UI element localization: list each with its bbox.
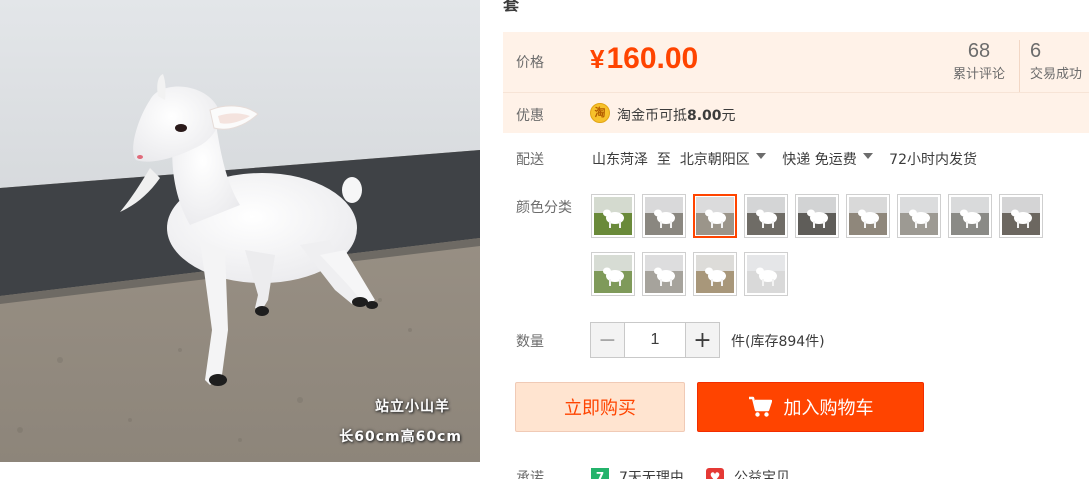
- quantity-decrease-button[interactable]: −: [591, 323, 625, 357]
- promise-charity[interactable]: ♥ 公益宝贝: [706, 467, 790, 479]
- cart-icon: [748, 396, 772, 417]
- swatch-thumbnail-image: [951, 197, 989, 235]
- sales-count: 6: [1030, 40, 1042, 62]
- sales-count-stat: 6 交易成功: [1019, 40, 1089, 92]
- stock-info: 件(库存894件): [731, 334, 825, 350]
- color-swatch[interactable]: [948, 194, 992, 238]
- swatch-thumbnail-image: [594, 197, 632, 235]
- color-swatch[interactable]: [795, 194, 839, 238]
- buy-now-button[interactable]: 立即购买: [515, 382, 685, 432]
- swatch-thumbnail-image: [645, 255, 683, 293]
- swatch-thumbnail-image: [747, 197, 785, 235]
- swatch-thumbnail-image: [696, 197, 734, 235]
- seven-day-return-icon: 7: [591, 468, 609, 479]
- price-amount: 160.00: [606, 42, 699, 75]
- ship-dispatch-time: 72小时内发货: [889, 152, 977, 168]
- product-main-image[interactable]: 站立小山羊 长60cm高60cm: [0, 0, 480, 462]
- swatch-thumbnail-image: [849, 197, 887, 235]
- color-swatch[interactable]: [744, 194, 788, 238]
- charity-heart-icon: ♥: [706, 468, 724, 479]
- taojinbi-coin-icon: 淘: [590, 103, 610, 123]
- ship-from: 山东菏泽: [592, 152, 648, 168]
- color-label: 颜色分类: [516, 200, 572, 216]
- price-value: ¥160.00: [590, 42, 698, 76]
- promo-amount: 8.00: [687, 108, 722, 124]
- review-count-label: 累计评论: [952, 67, 1005, 82]
- swatch-thumbnail-image: [1002, 197, 1040, 235]
- product-title: 套: [503, 0, 520, 14]
- photo-caption-size: 长60cm高60cm: [339, 429, 462, 445]
- currency-symbol: ¥: [590, 44, 605, 74]
- price-panel: 价格 ¥160.00 68 累计评论 6 交易成功 优惠 淘 淘金币可抵8.00…: [503, 32, 1089, 133]
- color-swatch[interactable]: [693, 194, 737, 238]
- promo-row: 优惠 淘 淘金币可抵8.00元: [503, 92, 1089, 133]
- swatch-thumbnail-image: [594, 255, 632, 293]
- promise-7day-return[interactable]: 7 7天无理由: [591, 467, 684, 479]
- promo-text-prefix: 淘金币可抵: [617, 108, 687, 124]
- quantity-stepper: − +: [590, 322, 720, 358]
- chevron-down-icon: [755, 153, 766, 159]
- ship-destination: 北京朝阳区: [679, 152, 750, 168]
- goat-photo: [0, 0, 480, 462]
- promise-label: 承诺: [516, 470, 544, 479]
- swatch-thumbnail-image: [696, 255, 734, 293]
- color-swatch[interactable]: [897, 194, 941, 238]
- shipping-label: 配送: [516, 152, 544, 168]
- promise-7day-text: 7天无理由: [619, 470, 684, 479]
- ship-method: 快递 免运费: [782, 152, 857, 168]
- color-swatch[interactable]: [846, 194, 890, 238]
- add-to-cart-button[interactable]: 加入购物车: [697, 382, 924, 432]
- color-swatch[interactable]: [744, 252, 788, 296]
- shipping-info: 山东菏泽 至 北京朝阳区 快递 免运费 72小时内发货: [592, 149, 977, 169]
- color-swatch[interactable]: [642, 252, 686, 296]
- promo-text-suffix: 元: [721, 108, 736, 124]
- color-swatch[interactable]: [999, 194, 1043, 238]
- ship-method-select[interactable]: 快递 免运费: [782, 149, 884, 169]
- buy-now-label: 立即购买: [564, 398, 636, 419]
- swatch-thumbnail-image: [645, 197, 683, 235]
- promise-charity-text: 公益宝贝: [734, 470, 790, 479]
- quantity-input[interactable]: [625, 323, 685, 357]
- add-to-cart-label: 加入购物车: [783, 398, 874, 419]
- review-count: 68: [967, 40, 991, 62]
- color-swatch[interactable]: [642, 194, 686, 238]
- swatch-thumbnail-image: [900, 197, 938, 235]
- ship-to-word: 至: [656, 152, 671, 168]
- chevron-down-icon: [862, 153, 873, 159]
- photo-caption-name: 站立小山羊: [375, 399, 450, 415]
- swatch-thumbnail-image: [798, 197, 836, 235]
- quantity-increase-button[interactable]: +: [685, 323, 719, 357]
- color-swatch[interactable]: [591, 194, 635, 238]
- promo-text: 淘金币可抵8.00元: [617, 105, 736, 125]
- review-count-stat[interactable]: 68 累计评论: [943, 40, 1015, 82]
- color-swatch[interactable]: [591, 252, 635, 296]
- swatch-thumbnail-image: [747, 255, 785, 293]
- quantity-label: 数量: [516, 334, 544, 350]
- ship-destination-select[interactable]: 北京朝阳区: [680, 149, 778, 169]
- color-swatch[interactable]: [693, 252, 737, 296]
- price-label: 价格: [516, 55, 544, 71]
- promo-label: 优惠: [516, 108, 544, 124]
- sales-count-label: 交易成功: [1030, 67, 1083, 82]
